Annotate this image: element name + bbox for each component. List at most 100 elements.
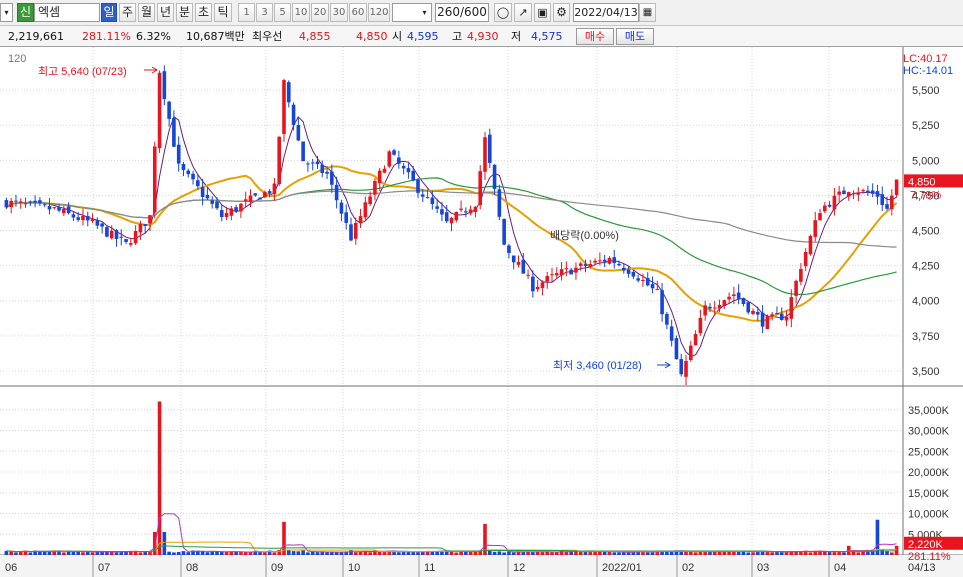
calendar-icon[interactable]: ▦: [639, 3, 656, 22]
candle-body: [138, 223, 143, 233]
volume-bar: [306, 552, 310, 555]
candle-body: [751, 310, 755, 314]
period-week[interactable]: 주: [119, 3, 136, 22]
low-label: 저: [511, 30, 522, 43]
candle-body: [344, 212, 349, 223]
volume-bar: [42, 551, 47, 555]
dropdown-arrow[interactable]: ▾: [0, 3, 13, 22]
candle-body: [66, 206, 71, 214]
trend-line-icon[interactable]: ↗: [514, 3, 532, 22]
candle-body: [866, 190, 870, 193]
volume-bar: [4, 550, 9, 555]
volume-bar: [693, 552, 698, 555]
x-tick-label: 04/13: [908, 562, 936, 574]
volume-bar: [200, 551, 205, 555]
gear-icon[interactable]: ⚙: [553, 3, 570, 22]
open-label: 시: [392, 30, 403, 43]
interval-30[interactable]: 30: [330, 3, 348, 22]
candle-body: [71, 214, 76, 218]
period-tick[interactable]: 틱: [214, 3, 232, 22]
candle-body: [382, 168, 387, 173]
interval-1[interactable]: 1: [238, 3, 255, 22]
candle-body: [325, 171, 329, 174]
stock-chart[interactable]: 5,5005,2505,0004,7504,5004,2504,0003,750…: [0, 47, 963, 577]
lc-label: LC:40.17: [903, 53, 948, 65]
period-month[interactable]: 월: [138, 3, 155, 22]
stock-name-input[interactable]: 엑셈: [34, 3, 100, 22]
interval-20[interactable]: 20: [311, 3, 329, 22]
candle-body: [722, 300, 727, 307]
candle-body: [416, 179, 420, 193]
price-tick-label: 4,000: [912, 296, 940, 308]
interval-60[interactable]: 60: [349, 3, 367, 22]
period-minute[interactable]: 분: [176, 3, 193, 22]
low-arrow: [657, 361, 671, 369]
volume-bars: [4, 401, 899, 555]
volume-bar: [602, 551, 607, 555]
x-tick-label: 11: [424, 562, 435, 574]
candle-body: [545, 276, 550, 282]
candle-body: [689, 345, 693, 361]
volume-bar: [114, 552, 119, 555]
interval-5[interactable]: 5: [274, 3, 291, 22]
volume-bar: [234, 551, 238, 555]
sell-button[interactable]: 매도: [616, 28, 654, 45]
volume-bar: [856, 552, 861, 555]
volume-bar: [411, 551, 416, 555]
candle-body: [243, 199, 248, 202]
volume-bar: [239, 552, 243, 555]
interval-120[interactable]: 120: [368, 3, 390, 22]
period-year[interactable]: 년: [157, 3, 174, 22]
candle-body: [617, 263, 621, 266]
date-input[interactable]: 2022/04/13: [573, 3, 639, 22]
volume-bar: [181, 551, 186, 555]
open-value: 4,595: [407, 30, 439, 43]
volume-bar: [842, 552, 846, 555]
volume-bar: [621, 552, 626, 555]
candle-body: [478, 171, 483, 206]
candle-body: [459, 208, 463, 210]
interval-dropdown-icon[interactable]: ▾: [418, 3, 432, 22]
volume-bar: [243, 552, 248, 555]
candle-body: [23, 203, 28, 205]
period-second[interactable]: 초: [195, 3, 212, 22]
price-tick-label: 5,500: [912, 85, 940, 97]
candle-body: [717, 304, 722, 309]
count-input[interactable]: 260/600: [435, 3, 489, 22]
volume-bar: [71, 551, 76, 555]
x-tick-label: 09: [271, 562, 283, 574]
candle-body: [708, 306, 712, 309]
buy-button[interactable]: 매수: [576, 28, 614, 45]
candle-body: [732, 294, 736, 297]
candle-body: [813, 220, 818, 237]
candle-body: [636, 278, 640, 281]
x-tick-label: 07: [98, 562, 110, 574]
candle-add-icon[interactable]: ◯: [494, 3, 512, 22]
x-tick-label: 06: [5, 562, 17, 574]
interval-3[interactable]: 3: [256, 3, 273, 22]
candle-body: [607, 257, 612, 264]
volume-bar: [90, 552, 95, 555]
x-tick-label: 10: [348, 562, 360, 574]
save-icon[interactable]: ▣: [534, 3, 551, 22]
volume-bar: [765, 552, 770, 555]
period-day[interactable]: 일: [101, 3, 117, 22]
candle-body: [440, 209, 444, 215]
candle-body: [794, 280, 798, 296]
candle-body: [712, 307, 717, 309]
x-tick-label: 08: [186, 562, 198, 574]
candle-body: [334, 184, 339, 201]
candle-body: [540, 282, 545, 288]
volume-bar: [339, 552, 344, 555]
volume-bar: [229, 551, 234, 555]
volume-bar: [617, 552, 621, 555]
volume-bar: [890, 552, 894, 555]
candle-body: [272, 183, 277, 195]
candle-body: [765, 315, 770, 329]
candle-body: [90, 219, 95, 222]
interval-10[interactable]: 10: [292, 3, 310, 22]
candle-body: [310, 162, 315, 164]
candle-body: [200, 187, 205, 197]
candle-body: [363, 202, 368, 218]
price-candles: [4, 65, 899, 386]
